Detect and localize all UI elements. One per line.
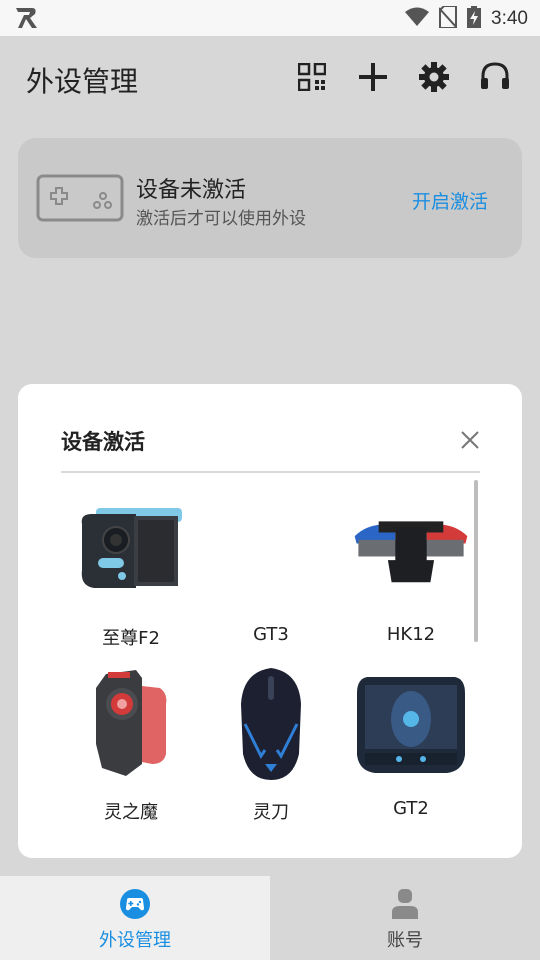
- device-image-gt2: [351, 664, 471, 784]
- status-bar: 3:40: [0, 0, 540, 36]
- battery-charging-icon: [467, 6, 482, 32]
- bottom-navigation: 外设管理 账号: [0, 876, 540, 960]
- gamepad-icon: [36, 174, 124, 226]
- user-account-icon: [390, 888, 420, 924]
- device-label: GT3: [253, 624, 289, 645]
- device-label: 至尊F2: [102, 628, 160, 649]
- no-sim-icon: [438, 5, 458, 32]
- device-image-f2: [71, 490, 191, 610]
- activation-status-title: 设备未激活: [136, 178, 247, 203]
- enable-activation-link[interactable]: 开启激活: [412, 187, 488, 214]
- device-image-lingdao: [211, 664, 331, 784]
- device-activation-dialog: 设备激活 至尊F2 GT3 HK12 灵之魔 灵刀 GT2: [18, 384, 522, 858]
- page-title: 外设管理: [26, 65, 139, 98]
- activation-status-card: 设备未激活 激活后才可以使用外设 开启激活: [18, 138, 522, 258]
- app-logo-icon: [14, 6, 40, 34]
- settings-gear-icon[interactable]: [417, 60, 451, 94]
- device-item-lingdao[interactable]: 灵刀: [201, 658, 341, 826]
- device-item-gt2[interactable]: GT2: [341, 658, 481, 826]
- device-label: GT2: [393, 798, 429, 819]
- device-item-f2[interactable]: 至尊F2: [61, 484, 201, 652]
- dialog-title: 设备激活: [61, 430, 145, 454]
- gamepad-nav-icon: [119, 888, 151, 924]
- app-header: 外设管理: [0, 36, 540, 120]
- add-icon[interactable]: [356, 60, 390, 94]
- device-item-gt3[interactable]: GT3: [201, 484, 341, 652]
- device-item-lingzhimo[interactable]: 灵之魔: [61, 658, 201, 826]
- wifi-icon: [405, 7, 430, 31]
- device-image-gt3: [211, 490, 331, 610]
- dialog-divider: [61, 471, 480, 473]
- nav-label: 账号: [387, 930, 423, 951]
- qr-code-icon[interactable]: [295, 60, 329, 94]
- device-image-lingzhimo: [71, 664, 191, 784]
- device-image-hk12: [351, 490, 471, 610]
- close-icon[interactable]: [458, 428, 482, 452]
- nav-item-device-management[interactable]: 外设管理: [0, 876, 270, 960]
- customer-service-headset-icon[interactable]: [478, 60, 512, 94]
- device-label: 灵之魔: [104, 802, 158, 823]
- status-time: 3:40: [491, 8, 528, 29]
- device-item-hk12[interactable]: HK12: [341, 484, 481, 652]
- device-label: 灵刀: [253, 802, 289, 823]
- activation-status-subtitle: 激活后才可以使用外设: [136, 209, 306, 229]
- nav-label: 外设管理: [99, 930, 171, 951]
- nav-item-account[interactable]: 账号: [270, 876, 540, 960]
- device-grid: 至尊F2 GT3 HK12 灵之魔 灵刀 GT2: [61, 484, 473, 826]
- device-label: HK12: [386, 624, 436, 645]
